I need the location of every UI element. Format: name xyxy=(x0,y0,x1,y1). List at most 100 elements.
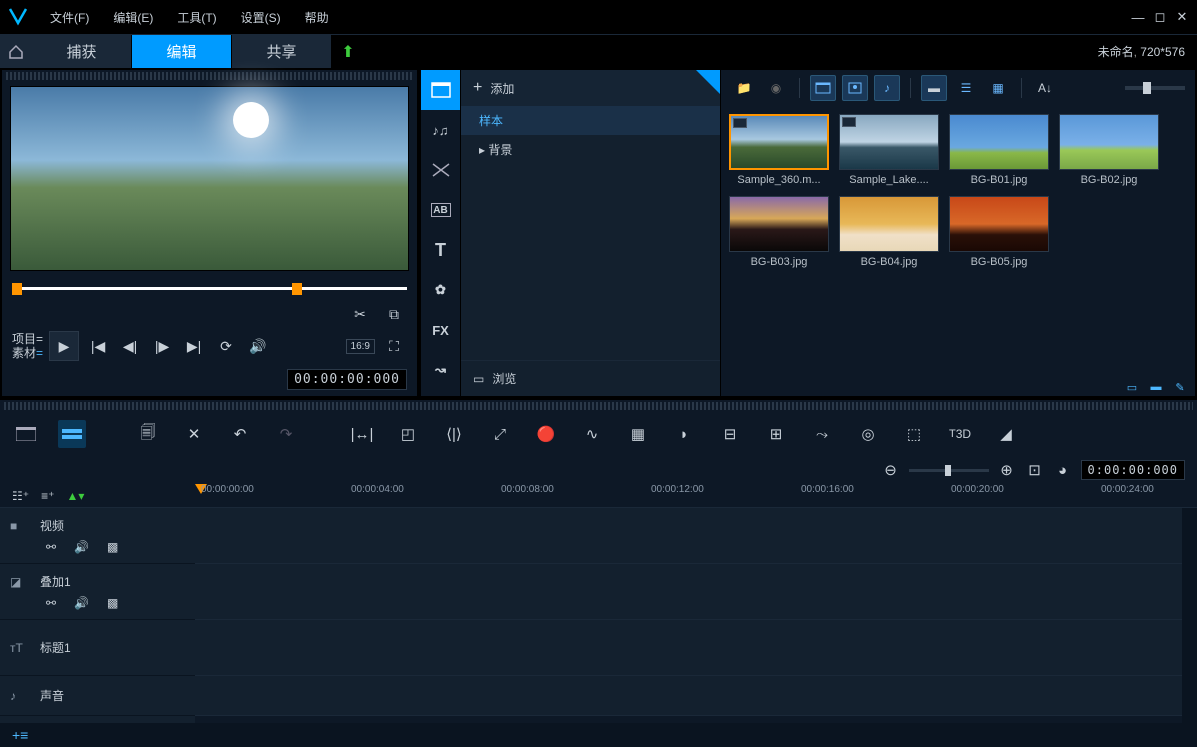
duration-button[interactable]: ◕ xyxy=(1053,460,1073,480)
track-manager-button[interactable]: ≡⁺ xyxy=(41,489,54,503)
filter-audio-button[interactable]: ♪ xyxy=(874,75,900,101)
menu-help[interactable]: 帮助 xyxy=(295,3,339,32)
libtab-graphic[interactable]: AB xyxy=(431,203,451,217)
thumb-item[interactable]: BG-B05.jpg xyxy=(949,196,1049,268)
panel-grip[interactable] xyxy=(6,72,413,80)
goto-end-button[interactable]: ▶| xyxy=(181,333,207,359)
track-header[interactable]: ◪叠加1⚯🔊▩ xyxy=(0,564,195,620)
add-label[interactable]: 添加 xyxy=(490,80,514,97)
close-button[interactable]: ✕ xyxy=(1175,10,1189,24)
mask-button[interactable]: ⬚ xyxy=(900,420,928,448)
link-icon[interactable]: ⚯ xyxy=(46,596,56,610)
cut-button[interactable]: ✂ xyxy=(347,301,373,327)
subtitle-button[interactable]: ⊟ xyxy=(716,420,744,448)
home-button[interactable] xyxy=(0,35,32,68)
capture-button[interactable]: ◉ xyxy=(763,75,789,101)
thumbnail-size-slider[interactable] xyxy=(1125,86,1185,90)
menu-file[interactable]: 文件(F) xyxy=(40,3,99,32)
aspect-ratio[interactable]: 16:9 xyxy=(346,339,375,354)
libtab-transition[interactable] xyxy=(421,150,460,190)
pan-zoom-button[interactable]: ⟨|⟩ xyxy=(440,420,468,448)
audio-button[interactable]: ∿ xyxy=(578,420,606,448)
libtab-audio[interactable]: ♪♫ xyxy=(421,110,460,150)
add-icon[interactable]: + xyxy=(473,79,482,97)
replace-button[interactable]: 🗐 xyxy=(134,420,162,448)
maximize-button[interactable]: ◻ xyxy=(1153,10,1167,24)
track-lane[interactable] xyxy=(195,564,1182,620)
thumb-item[interactable]: Sample_360.m... xyxy=(729,114,829,186)
paint-button[interactable]: ◢ xyxy=(992,420,1020,448)
mute-icon[interactable]: 🔊 xyxy=(74,540,89,554)
loop-button[interactable]: ⟳ xyxy=(213,333,239,359)
menu-tools[interactable]: 工具(T) xyxy=(167,3,226,32)
zoom-slider[interactable] xyxy=(909,469,989,472)
libtab-fx[interactable]: FX xyxy=(421,310,460,350)
upload-icon[interactable]: ⬆ xyxy=(332,35,364,68)
crop-button[interactable]: ◰ xyxy=(394,420,422,448)
sort-button[interactable]: A↓ xyxy=(1032,75,1058,101)
libtab-effect[interactable]: ✿ xyxy=(421,270,460,310)
preview-mode-clip[interactable]: 素材= xyxy=(12,346,43,360)
timeline-grip[interactable] xyxy=(4,402,1193,410)
tracking-button[interactable]: ◎ xyxy=(854,420,882,448)
motion-button[interactable]: ⤳ xyxy=(808,420,836,448)
filter-video-button[interactable] xyxy=(810,75,836,101)
multi-trim-button[interactable]: ⊞ xyxy=(762,420,790,448)
goto-start-button[interactable]: |◀ xyxy=(85,333,111,359)
track-options-button[interactable]: ☷⁺ xyxy=(12,489,29,503)
mute-icon[interactable]: 🔊 xyxy=(74,596,89,610)
tree-item-background[interactable]: ▸ 背景 xyxy=(461,135,720,164)
link-icon[interactable]: ⚯ xyxy=(46,540,56,554)
filter-photo-button[interactable] xyxy=(842,75,868,101)
minimize-button[interactable]: — xyxy=(1131,10,1145,24)
timeline-view-button[interactable] xyxy=(58,420,86,448)
view-grid-button[interactable]: ▦ xyxy=(985,75,1011,101)
view-large-button[interactable]: ▬ xyxy=(921,75,947,101)
vertical-scrollbar[interactable] xyxy=(1182,508,1197,723)
preview-timecode[interactable]: 00:00:00:000 xyxy=(287,369,407,390)
libtab-path[interactable]: ↝ xyxy=(421,350,460,390)
menu-settings[interactable]: 设置(S) xyxy=(231,3,291,32)
scrub-bar[interactable] xyxy=(12,279,407,297)
footer-btn-2[interactable]: ▬ xyxy=(1147,380,1165,394)
thumb-item[interactable]: BG-B02.jpg xyxy=(1059,114,1159,186)
view-list-button[interactable]: ☰ xyxy=(953,75,979,101)
footer-btn-3[interactable]: ✎ xyxy=(1171,380,1189,394)
zoom-in-button[interactable]: ⊕ xyxy=(997,460,1017,480)
undo-button[interactable]: ↶ xyxy=(226,420,254,448)
fullscreen-button[interactable]: ⛶ xyxy=(381,333,407,359)
track-header[interactable]: ■视频⚯🔊▩ xyxy=(0,508,195,564)
libtab-title[interactable]: T xyxy=(421,230,460,270)
prev-frame-button[interactable]: ◀| xyxy=(117,333,143,359)
tree-item-sample[interactable]: 样本 xyxy=(461,106,720,135)
track-lane[interactable] xyxy=(195,676,1182,716)
fx-icon[interactable]: ▩ xyxy=(107,596,118,610)
volume-button[interactable]: 🔊 xyxy=(245,333,271,359)
thumb-item[interactable]: BG-B03.jpg xyxy=(729,196,829,268)
thumb-item[interactable]: BG-B04.jpg xyxy=(839,196,939,268)
play-button[interactable]: ▶ xyxy=(49,331,79,361)
track-body[interactable] xyxy=(195,508,1182,723)
fit-button[interactable]: |↔| xyxy=(348,420,376,448)
browse-label[interactable]: 浏览 xyxy=(492,370,516,387)
zoom-out-button[interactable]: ⊖ xyxy=(881,460,901,480)
ripple-button[interactable]: ▲▾ xyxy=(66,489,84,503)
mark-out-icon[interactable] xyxy=(292,283,302,295)
color-button[interactable]: 🔴 xyxy=(532,420,560,448)
browse-icon[interactable]: ▭ xyxy=(473,372,484,386)
chroma-button[interactable]: ◗ xyxy=(670,420,698,448)
libtab-media[interactable] xyxy=(421,70,460,110)
pin-icon[interactable] xyxy=(696,70,720,94)
preview-viewport[interactable] xyxy=(10,86,409,271)
split-clip-button[interactable]: ⧉ xyxy=(381,301,407,327)
tab-share[interactable]: 共享 xyxy=(232,35,332,68)
storyboard-view-button[interactable] xyxy=(12,420,40,448)
timeline-timecode[interactable]: 0:00:00:000 xyxy=(1081,460,1185,480)
track-header[interactable]: ♪声音 xyxy=(0,676,195,716)
mark-in-icon[interactable] xyxy=(12,283,22,295)
thumb-item[interactable]: BG-B01.jpg xyxy=(949,114,1049,186)
track-lane[interactable] xyxy=(195,508,1182,564)
preview-mode-project[interactable]: 项目= xyxy=(12,332,43,346)
menu-edit[interactable]: 编辑(E) xyxy=(103,3,163,32)
track-header[interactable]: ᴛT标题1 xyxy=(0,620,195,676)
